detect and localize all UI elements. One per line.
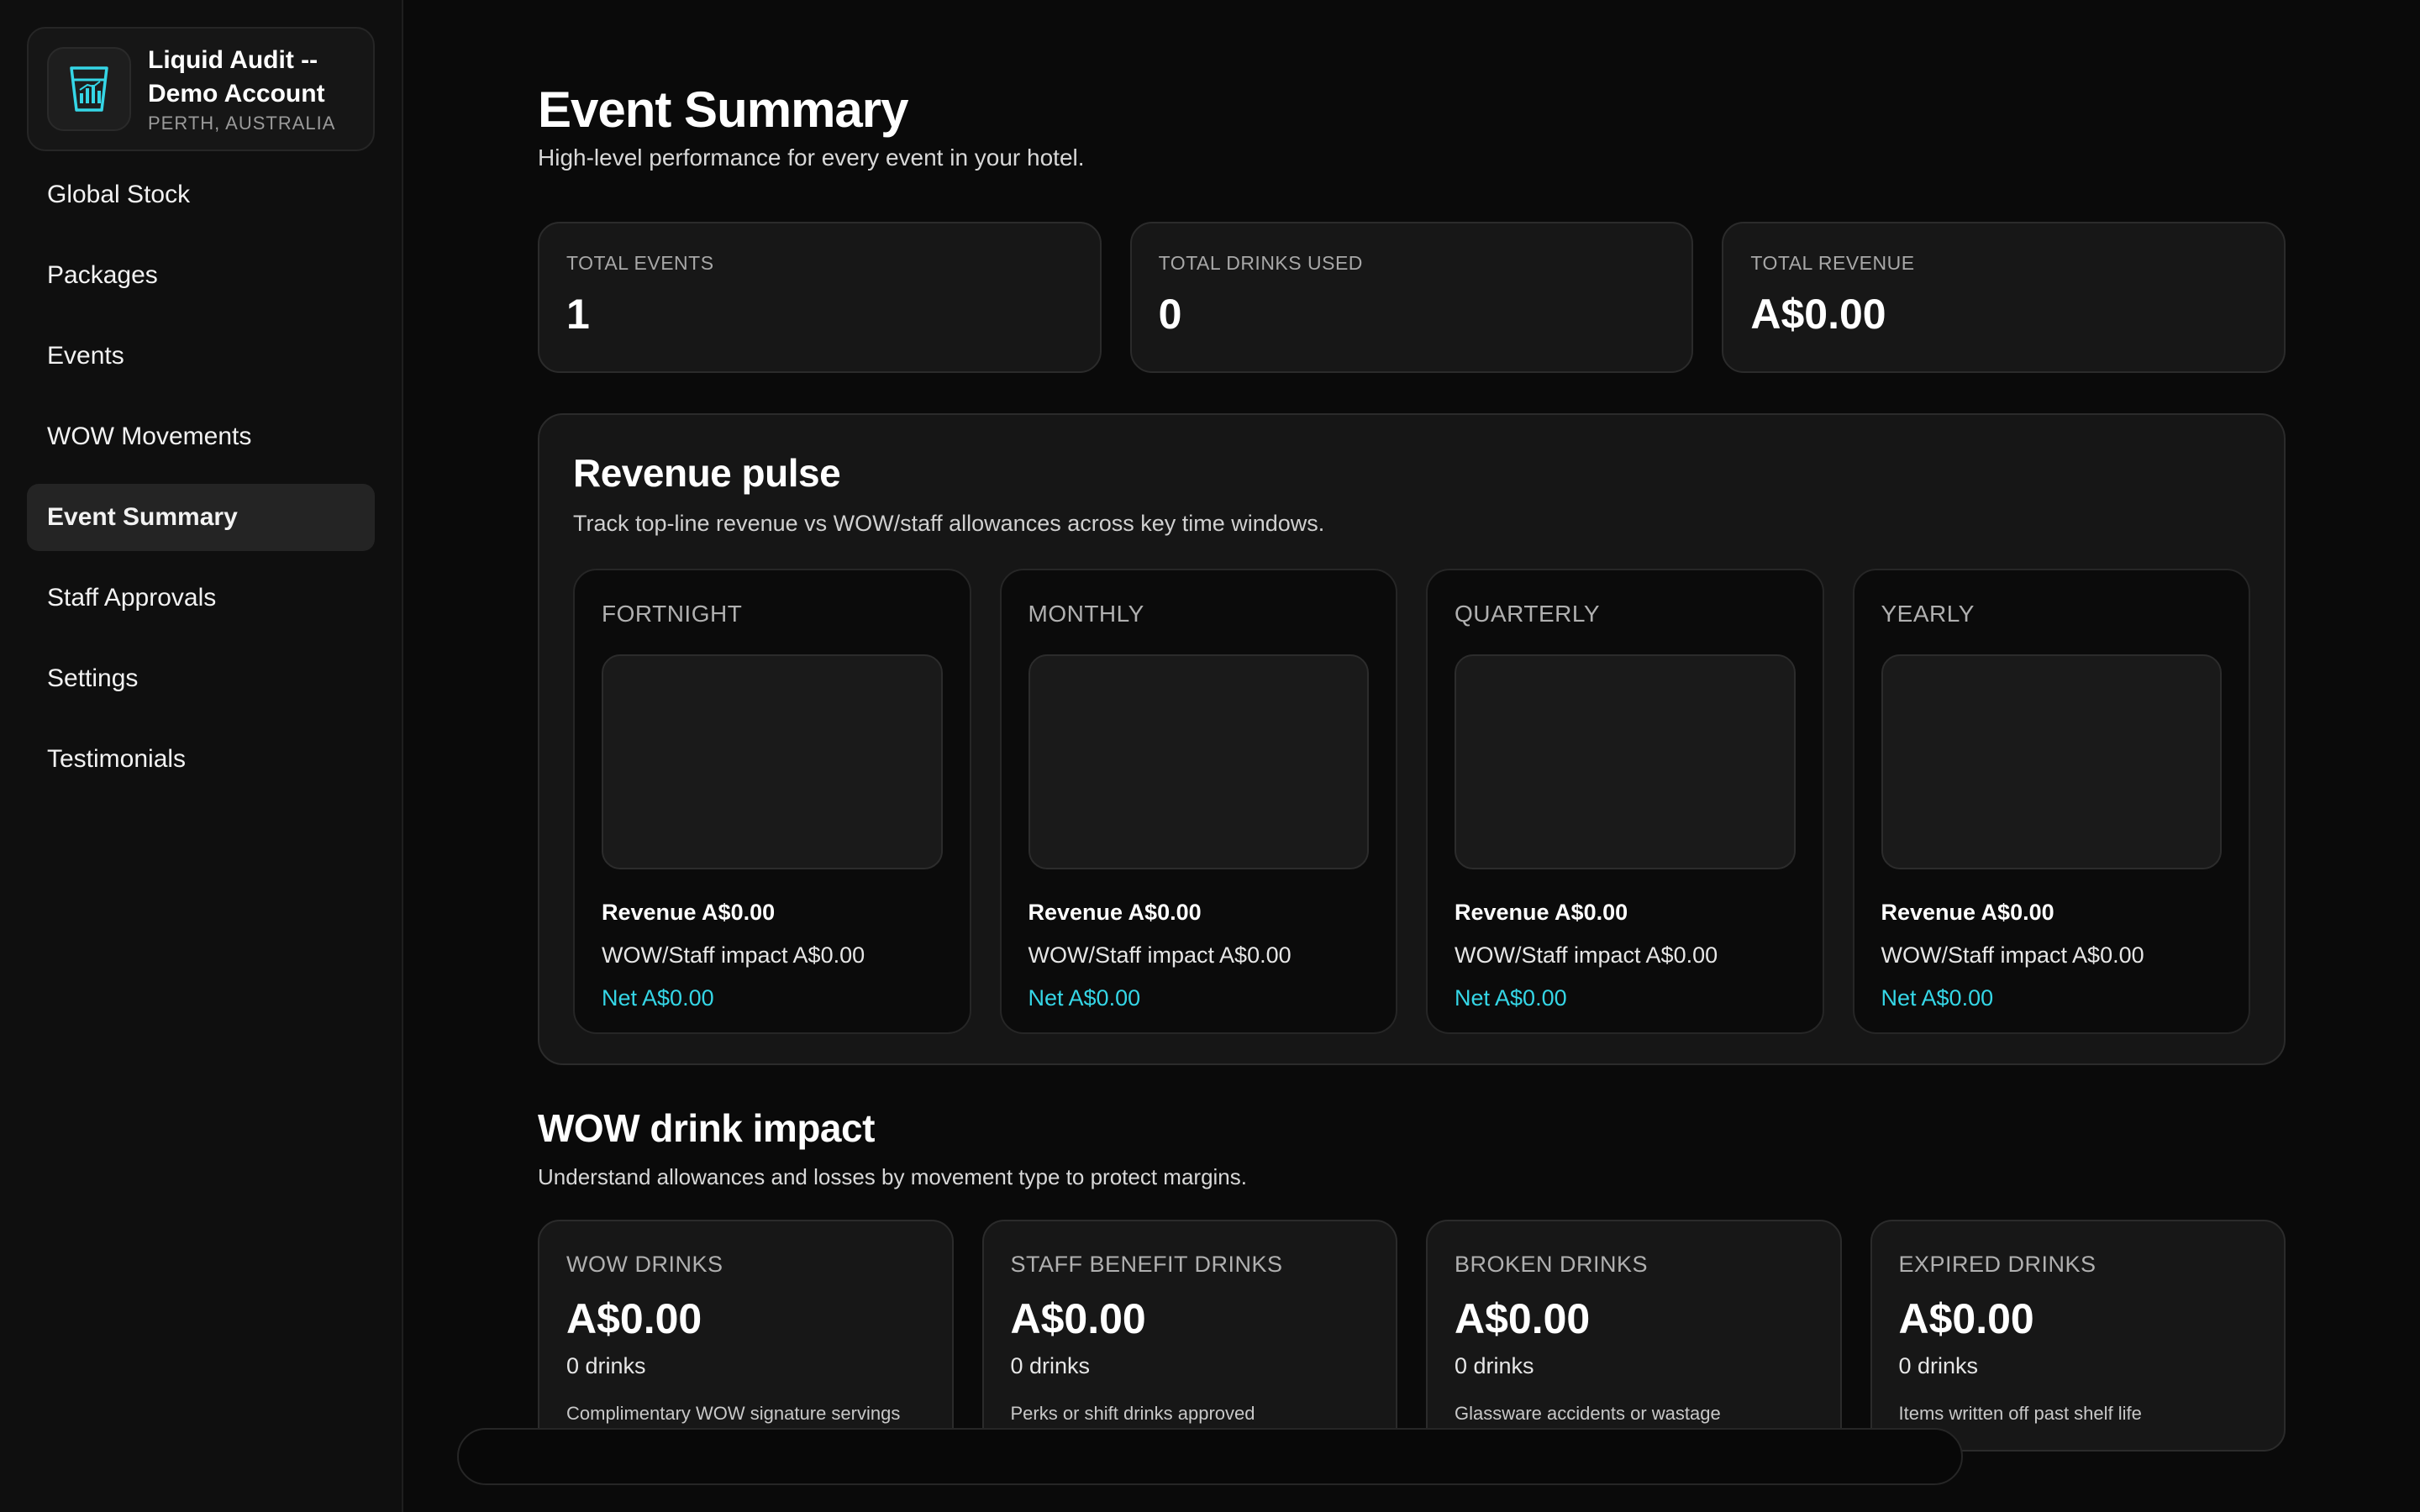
revenue-pulse-panel: Revenue pulse Track top-line revenue vs … — [538, 413, 2286, 1065]
wow-card-amount: A$0.00 — [1010, 1295, 1146, 1342]
stat-card-total-drinks: TOTAL DRINKS USED 0 — [1129, 222, 1694, 373]
period-label: MONTHLY — [1028, 601, 1144, 627]
sidebar-item-packages[interactable]: Packages — [27, 242, 375, 309]
wow-card-expired: EXPIRED DRINKS A$0.00 0 drinks Items wri… — [1870, 1220, 2286, 1452]
period-revenue: Revenue A$0.00 — [1028, 900, 1202, 925]
period-chart — [1881, 654, 2222, 869]
period-revenue: Revenue A$0.00 — [1455, 900, 1628, 925]
stat-value: 1 — [566, 291, 590, 338]
wow-card-amount: A$0.00 — [1455, 1295, 1591, 1342]
wow-card-label: BROKEN DRINKS — [1455, 1252, 1649, 1277]
wow-card-staff-benefit: STAFF BENEFIT DRINKS A$0.00 0 drinks Per… — [981, 1220, 1397, 1452]
page-title: Event Summary — [538, 81, 909, 138]
wow-card-wow-drinks: WOW DRINKS A$0.00 0 drinks Complimentary… — [538, 1220, 954, 1452]
period-chart — [1455, 654, 1796, 869]
period-net: Net A$0.00 — [602, 985, 714, 1011]
wow-card-count: 0 drinks — [1010, 1353, 1091, 1378]
period-label: FORTNIGHT — [602, 601, 743, 627]
period-impact: WOW/Staff impact A$0.00 — [1455, 942, 1718, 968]
period-card-fortnight: FORTNIGHT Revenue A$0.00 WOW/Staff impac… — [573, 569, 971, 1034]
bottom-scroll-bar[interactable] — [457, 1428, 1963, 1485]
wow-card-description: Glassware accidents or wastage — [1455, 1403, 1721, 1424]
period-revenue: Revenue A$0.00 — [602, 900, 776, 925]
stat-label: TOTAL EVENTS — [566, 252, 714, 274]
brand-card[interactable]: Liquid Audit -- Demo Account PERTH, AUST… — [27, 27, 375, 151]
wow-card-broken: BROKEN DRINKS A$0.00 0 drinks Glassware … — [1426, 1220, 1842, 1452]
period-chart — [602, 654, 943, 869]
stat-value: 0 — [1158, 291, 1182, 338]
wow-card-amount: A$0.00 — [1898, 1295, 2034, 1342]
sidebar-item-wow-movements[interactable]: WOW Movements — [27, 403, 375, 470]
stat-label: TOTAL DRINKS USED — [1158, 252, 1363, 274]
wow-impact-subtitle: Understand allowances and losses by move… — [538, 1164, 1247, 1189]
sidebar-item-events[interactable]: Events — [27, 323, 375, 390]
period-impact: WOW/Staff impact A$0.00 — [1028, 942, 1292, 968]
sidebar-nav: Global Stock Packages Events WOW Movemen… — [27, 161, 375, 793]
period-card-yearly: YEARLY Revenue A$0.00 WOW/Staff impact A… — [1852, 569, 2250, 1034]
period-cards: FORTNIGHT Revenue A$0.00 WOW/Staff impac… — [573, 569, 2250, 1034]
wow-card-count: 0 drinks — [1455, 1353, 1534, 1378]
wow-card-label: EXPIRED DRINKS — [1898, 1252, 2096, 1277]
wow-card-count: 0 drinks — [1898, 1353, 1979, 1378]
stat-label: TOTAL REVENUE — [1750, 252, 1915, 274]
wow-card-description: Perks or shift drinks approved — [1010, 1403, 1255, 1424]
period-label: YEARLY — [1881, 601, 1975, 627]
wow-card-label: WOW DRINKS — [566, 1252, 723, 1277]
section-subtitle: Track top-line revenue vs WOW/staff allo… — [573, 511, 1325, 536]
wow-impact-title: WOW drink impact — [538, 1106, 875, 1150]
period-card-quarterly: QUARTERLY Revenue A$0.00 WOW/Staff impac… — [1426, 569, 1824, 1034]
wow-impact-cards: WOW DRINKS A$0.00 0 drinks Complimentary… — [538, 1220, 2286, 1452]
wow-card-description: Items written off past shelf life — [1898, 1403, 2142, 1424]
wow-card-count: 0 drinks — [566, 1353, 646, 1378]
sidebar-item-settings[interactable]: Settings — [27, 645, 375, 712]
period-impact: WOW/Staff impact A$0.00 — [602, 942, 865, 968]
stat-card-total-revenue: TOTAL REVENUE A$0.00 — [1722, 222, 2286, 373]
account-location: PERTH, AUSTRALIA — [148, 113, 336, 134]
stats-row: TOTAL EVENTS 1 TOTAL DRINKS USED 0 TOTAL… — [538, 222, 2286, 373]
wow-card-amount: A$0.00 — [566, 1295, 702, 1342]
page-subtitle: High-level performance for every event i… — [538, 144, 1085, 171]
wow-card-description: Complimentary WOW signature servings — [566, 1403, 901, 1424]
wow-card-label: STAFF BENEFIT DRINKS — [1010, 1252, 1283, 1277]
section-title: Revenue pulse — [573, 451, 841, 495]
period-card-monthly: MONTHLY Revenue A$0.00 WOW/Staff impact … — [999, 569, 1397, 1034]
stat-value: A$0.00 — [1750, 291, 1886, 338]
sidebar-item-global-stock[interactable]: Global Stock — [27, 161, 375, 228]
sidebar: Liquid Audit -- Demo Account PERTH, AUST… — [0, 0, 403, 1512]
period-revenue: Revenue A$0.00 — [1881, 900, 2054, 925]
period-net: Net A$0.00 — [1881, 985, 1994, 1011]
account-name: Liquid Audit -- Demo Account — [148, 46, 325, 108]
period-impact: WOW/Staff impact A$0.00 — [1881, 942, 2144, 968]
period-chart — [1028, 654, 1369, 869]
stat-card-total-events: TOTAL EVENTS 1 — [538, 222, 1102, 373]
sidebar-item-testimonials[interactable]: Testimonials — [27, 726, 375, 793]
period-label: QUARTERLY — [1455, 601, 1601, 627]
glass-chart-icon — [47, 47, 131, 131]
sidebar-item-staff-approvals[interactable]: Staff Approvals — [27, 564, 375, 632]
period-net: Net A$0.00 — [1455, 985, 1567, 1011]
period-net: Net A$0.00 — [1028, 985, 1141, 1011]
sidebar-item-event-summary[interactable]: Event Summary — [27, 484, 375, 551]
